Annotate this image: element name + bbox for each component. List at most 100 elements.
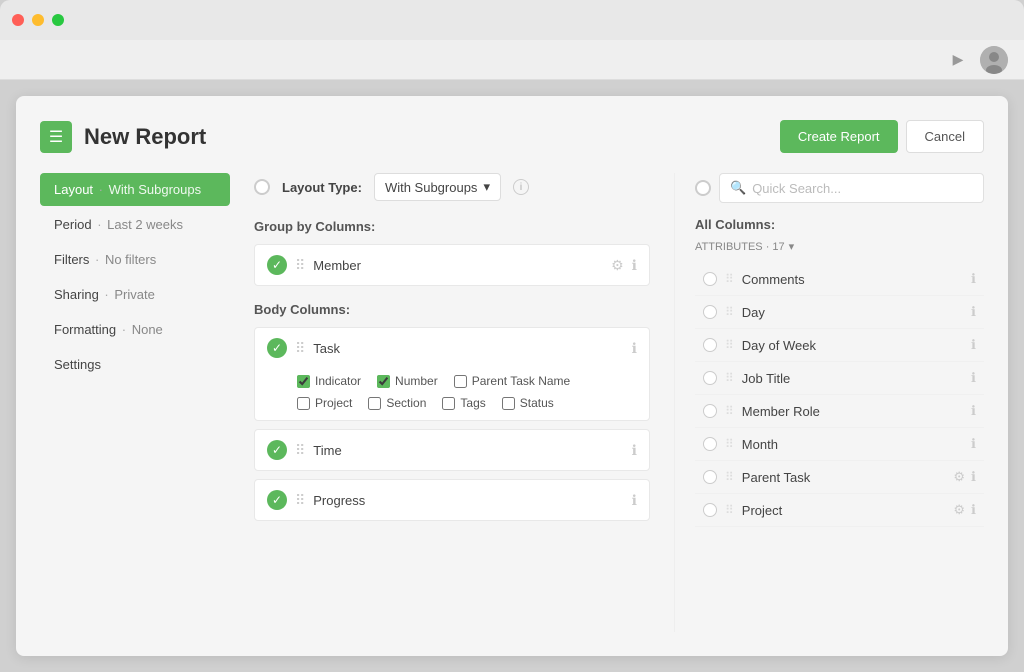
right-col-radio[interactable] <box>703 371 717 385</box>
info-icon[interactable]: ℹ <box>971 304 976 320</box>
search-input-wrap[interactable]: 🔍 Quick Search... <box>719 173 984 203</box>
drag-handle-icon[interactable]: ⠿ <box>725 470 734 484</box>
search-placeholder: Quick Search... <box>752 181 841 196</box>
drag-handle-icon[interactable]: ⠿ <box>725 338 734 352</box>
right-col-radio[interactable] <box>703 404 717 418</box>
avatar <box>980 46 1008 74</box>
sidebar-item-settings[interactable]: Settings <box>40 348 230 381</box>
drag-handle-icon[interactable]: ⠿ <box>295 492 305 509</box>
info-icon[interactable]: ℹ <box>971 271 976 287</box>
sidebar-item-period[interactable]: Period · Last 2 weeks <box>40 208 230 241</box>
layout-type-select[interactable]: With Subgroups ▾ <box>374 173 501 201</box>
info-icon[interactable]: ℹ <box>971 337 976 353</box>
close-button[interactable] <box>12 14 24 26</box>
search-radio[interactable] <box>695 180 711 196</box>
task-option-checkbox[interactable] <box>368 397 381 410</box>
task-option-label: Section <box>386 396 426 410</box>
task-option-checkbox[interactable] <box>297 375 310 388</box>
sidebar-item-formatting[interactable]: Formatting · None <box>40 313 230 346</box>
drag-handle-icon[interactable]: ⠿ <box>725 305 734 319</box>
main-container: ☰ New Report Create Report Cancel Layout… <box>16 96 1008 656</box>
task-option[interactable]: Status <box>502 396 554 410</box>
task-option-label: Parent Task Name <box>472 374 571 388</box>
task-option[interactable]: Project <box>297 396 352 410</box>
nav-label: Formatting <box>54 322 116 337</box>
right-col-radio[interactable] <box>703 470 717 484</box>
maximize-button[interactable] <box>52 14 64 26</box>
info-icon[interactable]: ℹ <box>971 403 976 419</box>
info-icon[interactable]: ℹ <box>971 502 976 518</box>
nav-label: Sharing <box>54 287 99 302</box>
right-col-radio[interactable] <box>703 338 717 352</box>
play-icon[interactable]: ▶ <box>948 50 968 70</box>
column-name: Member <box>313 258 603 273</box>
task-option-checkbox[interactable] <box>442 397 455 410</box>
info-icon[interactable]: ℹ <box>632 442 637 459</box>
attributes-label: ATTRIBUTES · 17 <box>695 241 785 253</box>
drag-handle-icon[interactable]: ⠿ <box>295 442 305 459</box>
body-column-item: ✓ ⠿ Progress ℹ <box>254 479 650 521</box>
minimize-button[interactable] <box>32 14 44 26</box>
right-column-item: ⠿ Job Title ℹ <box>695 362 984 395</box>
task-option-checkbox[interactable] <box>454 375 467 388</box>
right-column-item: ⠿ Project ⚙ ℹ <box>695 494 984 527</box>
right-column-item: ⠿ Day of Week ℹ <box>695 329 984 362</box>
group-column-item: ✓ ⠿ Member ⚙ ℹ <box>254 244 650 286</box>
right-col-radio[interactable] <box>703 437 717 451</box>
task-option-label: Status <box>520 396 554 410</box>
cancel-button[interactable]: Cancel <box>906 120 984 153</box>
task-option[interactable]: Parent Task Name <box>454 374 571 388</box>
gear-icon[interactable]: ⚙ <box>953 502 965 518</box>
drag-handle-icon[interactable]: ⠿ <box>725 404 734 418</box>
info-icon[interactable]: ℹ <box>971 370 976 386</box>
page-header: ☰ New Report Create Report Cancel <box>40 120 984 153</box>
right-col-name: Comments <box>742 272 963 287</box>
right-col-actions: ℹ <box>971 436 976 452</box>
sidebar-item-layout[interactable]: Layout · With Subgroups <box>40 173 230 206</box>
info-icon[interactable]: ℹ <box>632 257 637 274</box>
task-option-checkbox[interactable] <box>502 397 515 410</box>
layout-info-icon[interactable]: i <box>513 179 529 195</box>
right-col-actions: ℹ <box>971 271 976 287</box>
task-options: Indicator Number Parent Task Name Projec… <box>255 368 649 420</box>
right-col-name: Day <box>742 305 963 320</box>
column-name: Progress <box>313 493 623 508</box>
create-report-button[interactable]: Create Report <box>780 120 898 153</box>
right-col-radio[interactable] <box>703 503 717 517</box>
sidebar-item-sharing[interactable]: Sharing · Private <box>40 278 230 311</box>
column-item-header: ✓ ⠿ Time ℹ <box>255 430 649 470</box>
task-option[interactable]: Indicator <box>297 374 361 388</box>
column-item-header: ✓ ⠿ Progress ℹ <box>255 480 649 520</box>
task-option[interactable]: Tags <box>442 396 485 410</box>
drag-handle-icon[interactable]: ⠿ <box>725 503 734 517</box>
right-col-radio[interactable] <box>703 305 717 319</box>
task-option[interactable]: Section <box>368 396 426 410</box>
right-col-radio[interactable] <box>703 272 717 286</box>
right-column-item: ⠿ Month ℹ <box>695 428 984 461</box>
drag-handle-icon[interactable]: ⠿ <box>295 340 305 357</box>
nav-label: Layout <box>54 182 93 197</box>
drag-handle-icon[interactable]: ⠿ <box>295 257 305 274</box>
nav-sub: Last 2 weeks <box>107 217 183 232</box>
column-name: Task <box>313 341 623 356</box>
sidebar-item-filters[interactable]: Filters · No filters <box>40 243 230 276</box>
info-icon[interactable]: ℹ <box>632 340 637 357</box>
gear-icon[interactable]: ⚙ <box>953 469 965 485</box>
settings-icon[interactable]: ⚙ <box>611 257 624 274</box>
drag-handle-icon[interactable]: ⠿ <box>725 272 734 286</box>
info-icon[interactable]: ℹ <box>971 436 976 452</box>
drag-handle-icon[interactable]: ⠿ <box>725 437 734 451</box>
right-col-name: Member Role <box>742 404 963 419</box>
drag-handle-icon[interactable]: ⠿ <box>725 371 734 385</box>
task-option-checkbox[interactable] <box>377 375 390 388</box>
column-name: Time <box>313 443 623 458</box>
group-columns: ✓ ⠿ Member ⚙ ℹ <box>254 244 650 286</box>
right-col-name: Project <box>742 503 946 518</box>
title-area: ☰ New Report <box>40 121 206 153</box>
info-icon[interactable]: ℹ <box>971 469 976 485</box>
check-icon: ✓ <box>267 338 287 358</box>
task-option[interactable]: Number <box>377 374 438 388</box>
layout-type-radio[interactable] <box>254 179 270 195</box>
task-option-checkbox[interactable] <box>297 397 310 410</box>
info-icon[interactable]: ℹ <box>632 492 637 509</box>
